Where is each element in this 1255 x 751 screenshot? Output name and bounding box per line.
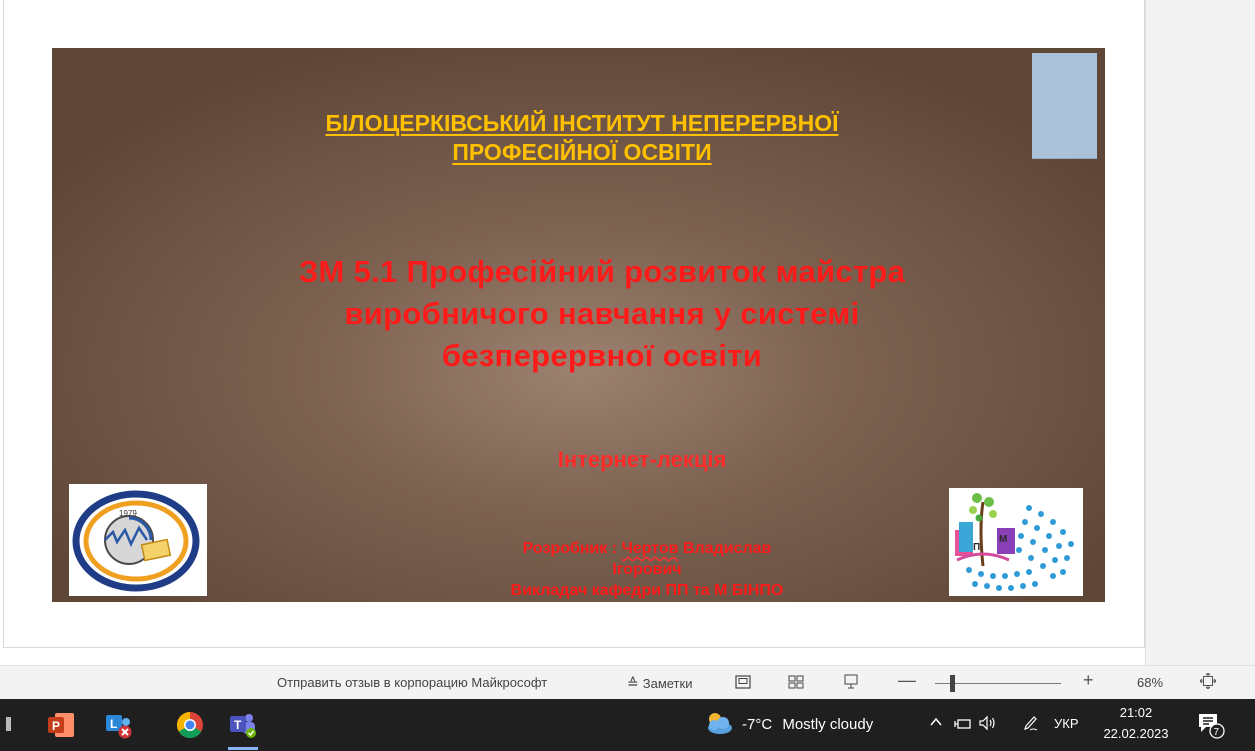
module-title-line2: виробничого навчання у системі [344, 296, 860, 331]
logo-letter-p: П [973, 542, 980, 553]
editor-workspace: БІЛОЦЕРКІВСЬКИЙ ІНСТИТУТ НЕПЕРЕРВНОЇ ПРО… [0, 0, 1255, 665]
fit-to-window-icon [1200, 673, 1216, 689]
svg-text:L: L [110, 717, 117, 731]
powerpoint-icon: P [48, 713, 74, 737]
zoom-slider-thumb[interactable] [950, 675, 956, 692]
author-name-line: Розробник : Чертов Владислав [412, 538, 882, 559]
slide[interactable]: БІЛОЦЕРКІВСЬКИЙ ІНСТИТУТ НЕПЕРЕРВНОЇ ПРО… [52, 48, 1105, 602]
teams-icon: T [230, 714, 256, 738]
chevron-up-icon [930, 717, 942, 726]
volume-button[interactable] [978, 714, 998, 735]
weather-temperature: -7°C [742, 716, 773, 733]
lync-taskbar-button[interactable]: L [104, 710, 134, 740]
zoom-percent[interactable]: 68% [1137, 675, 1163, 690]
show-hidden-icons-button[interactable] [928, 714, 944, 733]
status-bar: Отправить отзыв в корпорацию Майкрософт … [0, 665, 1255, 699]
weather-description: Mostly cloudy [782, 716, 874, 733]
reading-view-button[interactable] [841, 673, 861, 691]
module-title: ЗМ 5.1 Професійний розвиток майстра виро… [222, 251, 982, 377]
chrome-icon [176, 711, 203, 739]
teams-taskbar-button[interactable]: T [228, 710, 258, 740]
slide-sorter-button[interactable] [786, 673, 806, 691]
notification-icon: 7 [1199, 714, 1225, 739]
active-app-indicator [228, 747, 258, 750]
speaker-icon [979, 715, 995, 731]
normal-view-icon [735, 675, 751, 689]
lecture-type: Інтернет-лекція [557, 447, 727, 472]
feedback-button[interactable]: Отправить отзыв в корпорацию Майкрософт [277, 675, 547, 690]
bookmark-shape [1032, 53, 1097, 159]
slide-page: БІЛОЦЕРКІВСЬКИЙ ІНСТИТУТ НЕПЕРЕРВНОЇ ПРО… [3, 0, 1145, 648]
powerpoint-taskbar-button[interactable]: P [46, 710, 76, 740]
logo-year: 1979 [119, 509, 137, 518]
reading-view-icon [844, 674, 858, 689]
clock-time[interactable]: 21:02 [1100, 705, 1172, 720]
notes-button[interactable]: ≙ Заметки [627, 675, 692, 692]
author-position: Викладач кафедри ПП та М БІНПО [510, 582, 784, 599]
author-prefix: Розробник : [522, 540, 622, 557]
author-surname: Чертов [621, 540, 679, 557]
weather-button[interactable] [702, 708, 736, 741]
normal-view-button[interactable] [733, 673, 753, 691]
cloudy-weather-icon [708, 713, 732, 734]
clock-date[interactable]: 22.02.2023 [1100, 726, 1172, 741]
zoom-in-button[interactable]: + [1083, 670, 1094, 691]
logo-letter-m: М [999, 534, 1007, 545]
author-block: Розробник : Чертов Владислав Ігорович Ви… [412, 538, 882, 601]
chrome-taskbar-button[interactable] [175, 710, 205, 740]
svg-text:T: T [234, 718, 242, 732]
notes-icon: ≙ [627, 675, 639, 691]
institute-title: БІЛОЦЕРКІВСЬКИЙ ІНСТИТУТ НЕПЕРЕРВНОЇ ПРО… [212, 109, 952, 167]
lync-icon: L [106, 715, 132, 739]
network-icon [954, 719, 971, 729]
windows-taskbar: P L T -7°C Mostly cloudy УКР 21:02 22.02… [0, 699, 1255, 751]
institute-title-line1: БІЛОЦЕРКІВСЬКИЙ ІНСТИТУТ НЕПЕРЕРВНОЇ [325, 110, 839, 136]
pen-icon [1024, 716, 1038, 731]
taskbar-left-edge [6, 717, 11, 731]
slide-sorter-icon [788, 675, 804, 689]
notes-label: Заметки [642, 676, 693, 691]
notification-count: 7 [1214, 727, 1220, 738]
author-patronymic: Ігорович [612, 561, 682, 578]
network-button[interactable] [954, 715, 972, 734]
pen-workspace-button[interactable] [1022, 714, 1040, 735]
weather-text[interactable]: -7°C Mostly cloudy [742, 716, 873, 733]
notification-center-button[interactable]: 7 [1196, 710, 1226, 743]
pm-logo: П М [949, 488, 1083, 596]
module-title-line3: безперервної освіти [441, 338, 763, 373]
institute-logo: 1979 [69, 484, 207, 596]
module-title-line1: ЗМ 5.1 Професійний розвиток майстра [298, 254, 906, 289]
institute-title-line2: ПРОФЕСІЙНОЇ ОСВІТИ [452, 139, 712, 165]
zoom-out-button[interactable]: — [898, 670, 916, 691]
author-firstname: Владислав [678, 540, 772, 557]
input-language[interactable]: УКР [1054, 716, 1079, 731]
fit-to-window-button[interactable] [1198, 672, 1218, 690]
svg-text:P: P [52, 719, 60, 733]
right-scroll-area [1145, 0, 1255, 665]
